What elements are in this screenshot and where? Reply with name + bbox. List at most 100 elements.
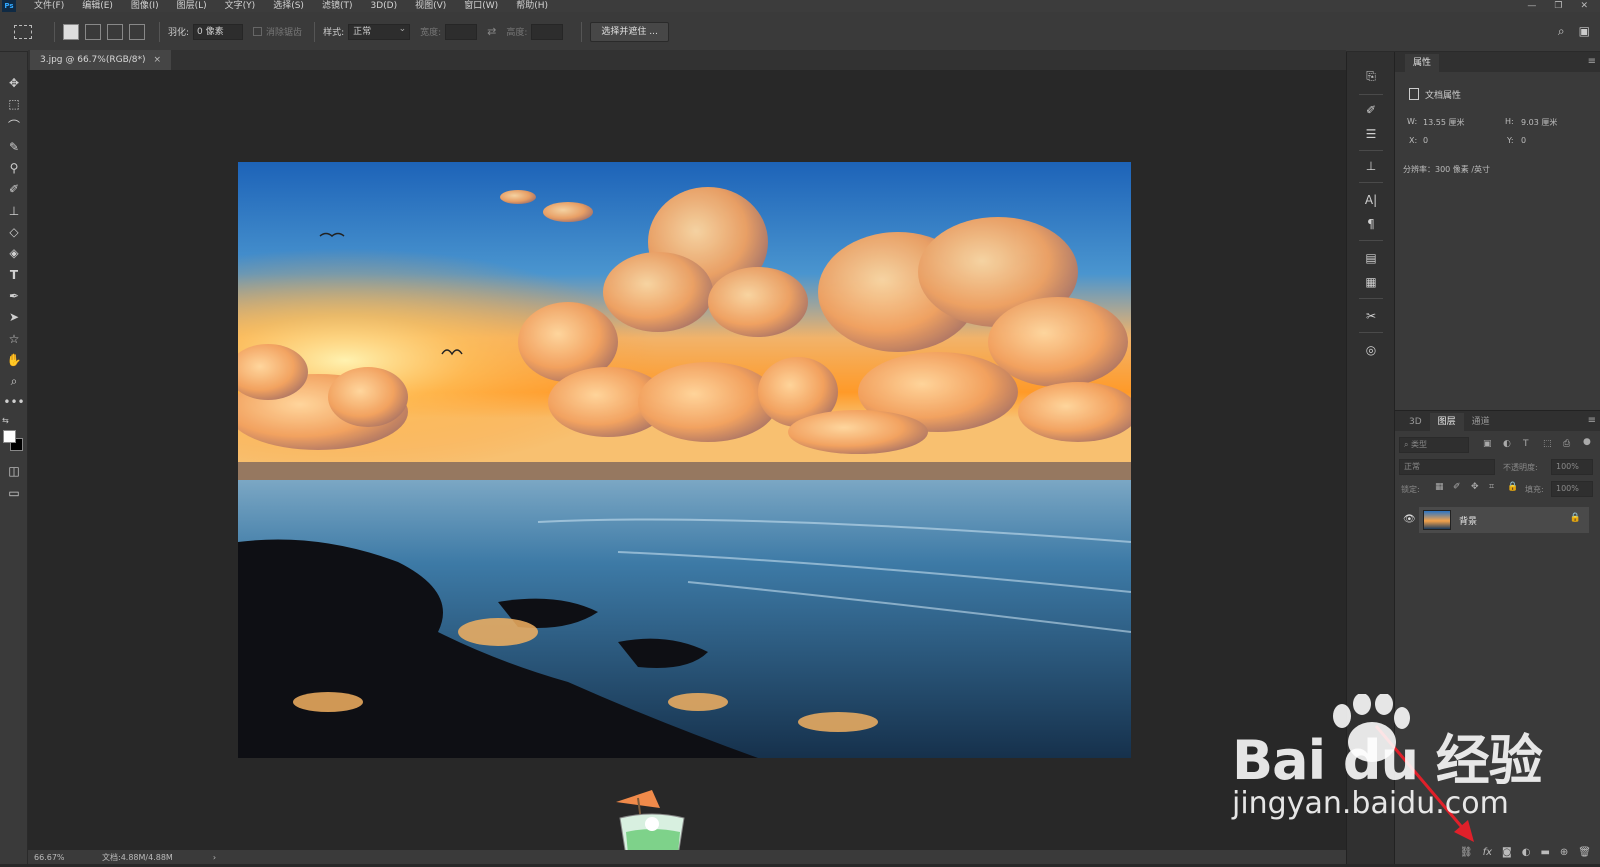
filter-smart-object-icon[interactable]: ⎙: [1563, 439, 1570, 449]
filter-shape-icon[interactable]: ⬚: [1543, 439, 1552, 449]
tab-properties[interactable]: 属性: [1405, 54, 1440, 72]
brush-icon[interactable]: ✐: [4, 180, 24, 198]
move-icon[interactable]: ✥: [4, 74, 24, 92]
clone-source-icon[interactable]: ⊥: [1361, 156, 1381, 176]
brush-settings-icon[interactable]: ✐: [1361, 100, 1381, 120]
quick-mask-icon[interactable]: ◫: [4, 462, 24, 480]
menu-file[interactable]: 文件(F): [34, 0, 64, 12]
menu-3d[interactable]: 3D(D): [370, 0, 397, 12]
document-image[interactable]: [238, 162, 1131, 758]
lock-artboard-icon[interactable]: ⌗: [1489, 482, 1494, 492]
tab-layers[interactable]: 图层: [1429, 413, 1464, 431]
adjustment-layer-icon[interactable]: ◐: [1522, 847, 1531, 858]
opacity-label: 不透明度:: [1503, 463, 1538, 472]
lock-all-icon[interactable]: 🔒: [1507, 482, 1518, 492]
notes-icon[interactable]: ▦: [1361, 272, 1381, 292]
menu-window[interactable]: 窗口(W): [464, 0, 498, 12]
swap-colors-icon[interactable]: ⇆: [2, 416, 9, 425]
menu-layer[interactable]: 图层(L): [177, 0, 207, 12]
creative-cloud-icon[interactable]: ◎: [1361, 340, 1381, 360]
width-value[interactable]: 13.55 厘米: [1423, 117, 1464, 128]
minimize-icon[interactable]: —: [1527, 1, 1536, 11]
lasso-icon[interactable]: ⌒: [4, 116, 24, 134]
filter-type-icon[interactable]: T: [1523, 439, 1529, 449]
tab-channels[interactable]: 通道: [1464, 413, 1498, 431]
delete-layer-icon[interactable]: 🗑: [1578, 847, 1591, 858]
new-selection-icon[interactable]: [63, 23, 79, 40]
menu-filter[interactable]: 滤镜(T): [322, 0, 353, 12]
filter-adjustment-icon[interactable]: ◐: [1503, 439, 1511, 449]
intersect-selection-icon[interactable]: [129, 23, 145, 40]
antialias-label: 消除锯齿: [266, 28, 303, 38]
style-select[interactable]: 正常: [348, 22, 411, 40]
menu-type[interactable]: 文字(Y): [225, 0, 256, 12]
subtract-selection-icon[interactable]: [107, 23, 123, 40]
width-input[interactable]: [445, 23, 478, 40]
lock-image-icon[interactable]: ✐: [1453, 482, 1461, 492]
x-value[interactable]: 0: [1423, 136, 1428, 145]
fill-input[interactable]: 100%: [1551, 481, 1593, 497]
layer-filter-select[interactable]: ⌕ 类型: [1399, 437, 1469, 453]
marquee-icon[interactable]: ⬚: [4, 95, 24, 113]
more-icon[interactable]: •••: [3, 393, 24, 411]
adjustments-icon[interactable]: ☰: [1361, 124, 1381, 144]
shape-icon[interactable]: ☆: [4, 330, 24, 348]
document-tab[interactable]: 3.jpg @ 66.7%(RGB/8*) ×: [30, 50, 172, 70]
panel-menu-icon[interactable]: ≡: [1588, 56, 1596, 67]
paragraph-icon[interactable]: ¶: [1361, 214, 1381, 234]
width-label: 宽度:: [420, 28, 442, 38]
character-icon[interactable]: A|: [1361, 190, 1381, 210]
zoom-icon[interactable]: ⌕: [4, 372, 24, 390]
type-icon[interactable]: T: [4, 266, 24, 284]
eyedropper-icon[interactable]: ⚲: [4, 159, 24, 177]
tools-icon[interactable]: ✂: [1361, 306, 1381, 326]
hand-icon[interactable]: ✋: [4, 351, 24, 369]
lock-transparent-icon[interactable]: ▦: [1435, 482, 1444, 492]
visibility-eye-icon[interactable]: 👁: [1403, 514, 1416, 525]
paint-bucket-icon[interactable]: ◈: [4, 244, 24, 262]
pen-icon[interactable]: ✒: [4, 287, 24, 305]
new-layer-icon[interactable]: ⊕: [1560, 847, 1568, 858]
select-and-mask-button[interactable]: 选择并遮住 ...: [590, 21, 669, 42]
restore-icon[interactable]: ❐: [1554, 1, 1562, 11]
layer-row[interactable]: 背景 🔒: [1419, 507, 1589, 533]
close-window-icon[interactable]: ✕: [1580, 1, 1588, 11]
add-mask-icon[interactable]: ◙: [1502, 847, 1512, 858]
tab-3d[interactable]: 3D: [1401, 413, 1430, 431]
menu-select[interactable]: 选择(S): [273, 0, 304, 12]
document-icon: [1409, 88, 1419, 100]
antialias-checkbox[interactable]: [253, 27, 263, 36]
layer-name[interactable]: 背景: [1459, 514, 1477, 527]
menu-image[interactable]: 图像(I): [131, 0, 159, 12]
screen-mode-icon[interactable]: ▭: [4, 484, 24, 502]
menu-edit[interactable]: 编辑(E): [82, 0, 113, 12]
workspace-icon[interactable]: ▣: [1579, 24, 1590, 39]
libraries-icon[interactable]: ▤: [1361, 248, 1381, 268]
height-input[interactable]: [531, 23, 564, 40]
y-value[interactable]: 0: [1521, 136, 1526, 145]
blend-mode-select[interactable]: 正常: [1399, 459, 1495, 475]
history-icon[interactable]: ⎘: [1361, 66, 1381, 86]
zoom-level[interactable]: 66.67%: [34, 853, 94, 862]
stamp-icon[interactable]: ⊥: [4, 202, 24, 220]
filter-pixel-icon[interactable]: ▣: [1483, 439, 1492, 449]
path-select-icon[interactable]: ➤: [4, 308, 24, 326]
height-value[interactable]: 9.03 厘米: [1521, 117, 1557, 128]
status-menu-arrow-icon[interactable]: ›: [213, 853, 216, 862]
menu-view[interactable]: 视图(V): [415, 0, 446, 12]
feather-input[interactable]: 0 像素: [193, 23, 244, 40]
opacity-input[interactable]: 100%: [1551, 459, 1593, 475]
panel-menu-icon[interactable]: ≡: [1588, 415, 1596, 426]
filter-toggle-icon[interactable]: ●: [1583, 437, 1591, 447]
rect-marquee-preset-icon[interactable]: [14, 24, 32, 39]
close-tab-icon[interactable]: ×: [154, 55, 162, 65]
foreground-color-swatch[interactable]: [3, 430, 16, 443]
search-icon[interactable]: ⌕: [1558, 24, 1565, 39]
lock-position-icon[interactable]: ✥: [1471, 482, 1479, 492]
new-group-icon[interactable]: ▬: [1540, 847, 1549, 858]
menu-help[interactable]: 帮助(H): [516, 0, 548, 12]
eraser-icon[interactable]: ◇: [4, 223, 24, 241]
add-selection-icon[interactable]: [85, 23, 101, 40]
quick-select-icon[interactable]: ✎: [4, 138, 24, 156]
swap-icon[interactable]: ⇄: [487, 25, 496, 38]
